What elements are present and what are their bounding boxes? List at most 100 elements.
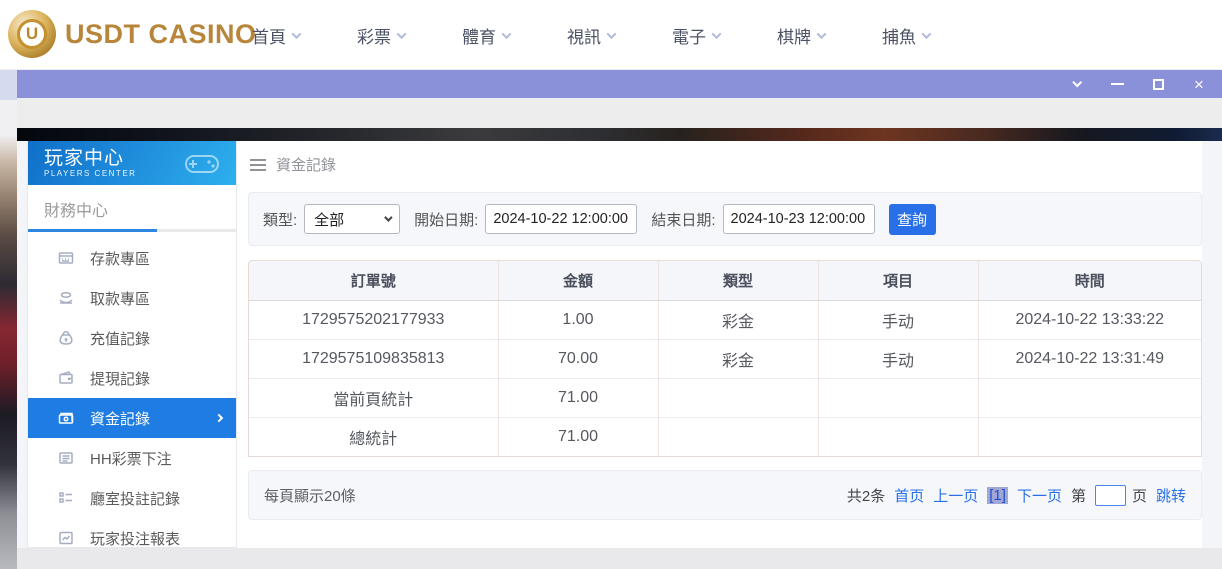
section-underline	[28, 229, 236, 232]
screen: U USDT CASINO 首頁 彩票 體育 視訊 電子	[0, 0, 1222, 569]
sidebar-item-withdraw-area[interactable]: 取款專區	[28, 278, 236, 318]
nav-item-live-video[interactable]: 視訊	[567, 23, 615, 48]
sidebar-item-label: 充值記錄	[90, 328, 150, 349]
start-date-label: 開始日期:	[414, 209, 478, 230]
next-page-link[interactable]: 下一页	[1017, 485, 1062, 506]
records-table: 訂單號 金額 類型 項目 時間 1729575202177933 1.00	[249, 261, 1201, 456]
sidebar-item-fund-records[interactable]: 資金記錄	[28, 398, 236, 438]
cell-amount: 71.00	[498, 378, 658, 417]
chart-report-icon	[58, 530, 74, 546]
first-page-link[interactable]: 首页	[894, 485, 924, 506]
jump-link[interactable]: 跳转	[1156, 485, 1186, 506]
breadcrumb: 資金記錄	[250, 154, 336, 175]
nav-label: 電子	[672, 23, 706, 48]
cell-label: 總統計	[249, 417, 498, 456]
table-row: 1729575109835813 70.00 彩金 手动 2024-10-22 …	[249, 339, 1201, 378]
current-page-indicator[interactable]: [1]	[987, 487, 1008, 504]
query-button[interactable]: 查詢	[889, 204, 936, 235]
nav-label: 體育	[462, 23, 496, 48]
nav-item-slots[interactable]: 電子	[672, 23, 720, 48]
cell-amount: 1.00	[498, 300, 658, 339]
banknote-icon	[58, 410, 74, 426]
sidebar-item-hh-lottery-bets[interactable]: HH彩票下注	[28, 438, 236, 478]
checklist-icon	[58, 490, 74, 506]
chevron-down-icon	[817, 29, 827, 39]
logo-text: USDT CASINO	[65, 19, 257, 50]
sidebar-item-hall-bet-records[interactable]: 廳室投註記錄	[28, 478, 236, 518]
sidebar-title: 玩家中心	[44, 149, 136, 169]
end-date-input[interactable]	[723, 204, 875, 234]
window-maximize-button[interactable]	[1151, 76, 1165, 92]
window-banner-strip	[17, 128, 1222, 141]
sidebar-section-title: 財務中心	[44, 197, 236, 221]
type-select[interactable]: 全部	[304, 204, 400, 234]
cell-type: 彩金	[658, 339, 818, 378]
chevron-down-icon	[607, 29, 617, 39]
minimize-icon	[1111, 83, 1124, 85]
nav-item-lottery[interactable]: 彩票	[357, 23, 405, 48]
nav-label: 視訊	[567, 23, 601, 48]
table-row-page-total: 當前頁統計 71.00	[249, 378, 1201, 417]
col-type: 類型	[658, 261, 818, 300]
background-photo	[0, 70, 17, 569]
sidebar-item-recharge-records[interactable]: 充值記錄	[28, 318, 236, 358]
main-content: 資金記錄 類型: 全部 開始日期: 結束日期: 查詢	[237, 141, 1202, 548]
col-amount: 金額	[498, 261, 658, 300]
nav-item-home[interactable]: 首頁	[252, 23, 300, 48]
wallet-icon	[58, 370, 74, 386]
sidebar-item-player-bet-report[interactable]: 玩家投注報表	[28, 518, 236, 548]
window-footer-strip	[17, 548, 1222, 569]
window-close-button[interactable]: ×	[1192, 76, 1206, 92]
col-item: 項目	[818, 261, 978, 300]
cell-type: 彩金	[658, 300, 818, 339]
window-toolbar-strip	[17, 98, 1222, 128]
sidebar: 玩家中心 PLAYERS CENTER 財務中心 存款專區	[27, 141, 237, 548]
page-suffix-label: 页	[1132, 485, 1147, 506]
cell-amount: 71.00	[498, 417, 658, 456]
sidebar-header: 玩家中心 PLAYERS CENTER	[28, 141, 236, 185]
nav-label: 首頁	[252, 23, 286, 48]
menu-toggle-icon[interactable]	[250, 157, 266, 173]
chevron-down-icon	[922, 29, 932, 39]
col-order-number: 訂單號	[249, 261, 498, 300]
window-collapse-button[interactable]	[1069, 76, 1083, 92]
cell-time: 2024-10-22 13:31:49	[978, 339, 1201, 378]
total-count-text: 共2条	[847, 485, 885, 506]
cell-item: 手动	[818, 300, 978, 339]
records-table-wrap: 訂單號 金額 類型 項目 時間 1729575202177933 1.00	[248, 260, 1202, 457]
window-minimize-button[interactable]	[1110, 76, 1124, 92]
page-number-input[interactable]	[1095, 485, 1126, 506]
nav-item-fishing[interactable]: 捕魚	[882, 23, 930, 48]
main-nav: 首頁 彩票 體育 視訊 電子 棋牌	[252, 0, 930, 70]
nav-label: 捕魚	[882, 23, 916, 48]
chevron-down-icon	[502, 29, 512, 39]
hand-coin-icon	[58, 290, 74, 306]
chevron-right-icon	[215, 414, 223, 422]
list-icon	[58, 450, 74, 466]
deposit-machine-icon	[58, 250, 74, 266]
maximize-icon	[1153, 79, 1164, 90]
sidebar-item-withdrawal-records[interactable]: 提現記錄	[28, 358, 236, 398]
type-select-value: 全部	[314, 209, 344, 230]
nav-item-sports[interactable]: 體育	[462, 23, 510, 48]
prev-page-link[interactable]: 上一页	[933, 485, 978, 506]
chevron-down-icon	[1072, 77, 1082, 87]
sidebar-item-label: HH彩票下注	[90, 448, 172, 469]
table-header-row: 訂單號 金額 類型 項目 時間	[249, 261, 1201, 300]
nav-label: 彩票	[357, 23, 391, 48]
nav-item-chess[interactable]: 棋牌	[777, 23, 825, 48]
page-title: 資金記錄	[276, 154, 336, 175]
start-date-input[interactable]	[485, 204, 637, 234]
filter-bar: 類型: 全部 開始日期: 結束日期: 查詢	[248, 192, 1202, 246]
chevron-down-icon	[712, 29, 722, 39]
chevron-down-icon	[292, 29, 302, 39]
col-time: 時間	[978, 261, 1201, 300]
sidebar-item-deposit-area[interactable]: 存款專區	[28, 238, 236, 278]
money-bag-icon	[58, 330, 74, 346]
logo[interactable]: U USDT CASINO	[8, 10, 257, 58]
cell-amount: 70.00	[498, 339, 658, 378]
cell-label: 當前頁統計	[249, 378, 498, 417]
sidebar-item-label: 廳室投註記錄	[90, 488, 180, 509]
sidebar-item-label: 資金記錄	[90, 408, 150, 429]
page-size-text: 每頁顯示20條	[264, 485, 356, 506]
